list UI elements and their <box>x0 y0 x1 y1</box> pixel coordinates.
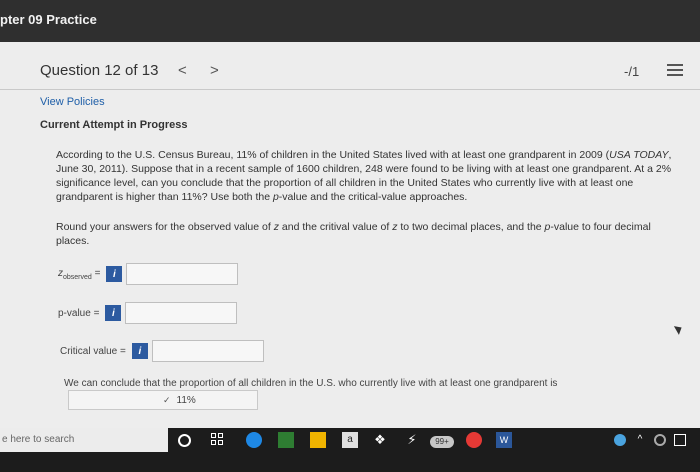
previous-question-button[interactable]: < <box>178 62 187 79</box>
conclusion-selected-value: 11% <box>176 394 196 406</box>
conclusion-text: We can conclude that the proportion of a… <box>64 378 558 389</box>
chevron-up-icon[interactable]: ^ <box>634 434 646 446</box>
word-icon[interactable]: W <box>496 432 512 448</box>
mouse-cursor-icon <box>673 323 685 335</box>
people-icon[interactable] <box>614 434 626 446</box>
z-observed-info-button[interactable]: i <box>106 266 123 282</box>
question-title: Question 12 of 13 <box>40 62 159 79</box>
edge-browser-icon[interactable] <box>246 432 262 448</box>
critical-value-input[interactable] <box>151 340 264 362</box>
windows-taskbar: e here to search a ❖ ⚡ 99+ W ^ <box>0 428 700 472</box>
app-a-icon[interactable]: a <box>342 432 358 448</box>
p-value-info-button[interactable]: i <box>105 305 122 321</box>
question-text: According to the U.S. Census Bureau, 11%… <box>56 149 672 203</box>
dropbox-icon[interactable]: ❖ <box>372 432 388 448</box>
system-tray: ^ <box>614 434 686 446</box>
store-icon[interactable] <box>278 432 294 448</box>
file-explorer-icon[interactable] <box>310 432 326 448</box>
conclusion-select[interactable]: ✓ 11% <box>68 390 258 410</box>
critical-value-row: Critical value = i <box>60 340 264 362</box>
window-title: pter 09 Practice <box>0 12 97 27</box>
assignment-content: Question 12 of 13 < > -/1 View Policies … <box>0 42 700 428</box>
z-observed-input[interactable] <box>126 263 239 285</box>
source-citation: USA TODAY <box>609 149 669 161</box>
z-observed-label: zobserved = <box>58 267 101 281</box>
taskbar-search-input[interactable]: e here to search <box>0 428 168 452</box>
p-value-label: p-value = <box>58 307 100 319</box>
question-header: Question 12 of 13 < > -/1 <box>0 42 700 90</box>
p-value-row: p-value = i <box>58 302 238 324</box>
p-value-input[interactable] <box>125 302 238 324</box>
attempt-status: Current Attempt in Progress <box>40 119 188 131</box>
z-observed-row: zobserved = i <box>58 263 239 285</box>
battery-icon[interactable] <box>674 434 686 446</box>
chevron-down-icon: ✓ <box>163 394 171 405</box>
question-score: -/1 <box>624 64 640 79</box>
window-titlebar: pter 09 Practice <box>0 0 700 42</box>
task-view-icon[interactable] <box>210 432 226 448</box>
network-icon[interactable] <box>654 434 666 446</box>
question-list-icon[interactable] <box>667 64 683 78</box>
notification-badge: 99+ <box>430 436 454 448</box>
critical-value-label: Critical value = <box>60 345 126 357</box>
rounding-instructions: Round your answers for the observed valu… <box>56 221 651 247</box>
critical-value-info-button[interactable]: i <box>131 343 148 359</box>
next-question-button[interactable]: > <box>210 62 219 79</box>
view-policies-link[interactable]: View Policies <box>40 96 105 108</box>
cortana-icon[interactable] <box>178 434 191 447</box>
chrome-browser-icon[interactable] <box>466 432 482 448</box>
bolt-app-icon[interactable]: ⚡ <box>404 432 420 448</box>
